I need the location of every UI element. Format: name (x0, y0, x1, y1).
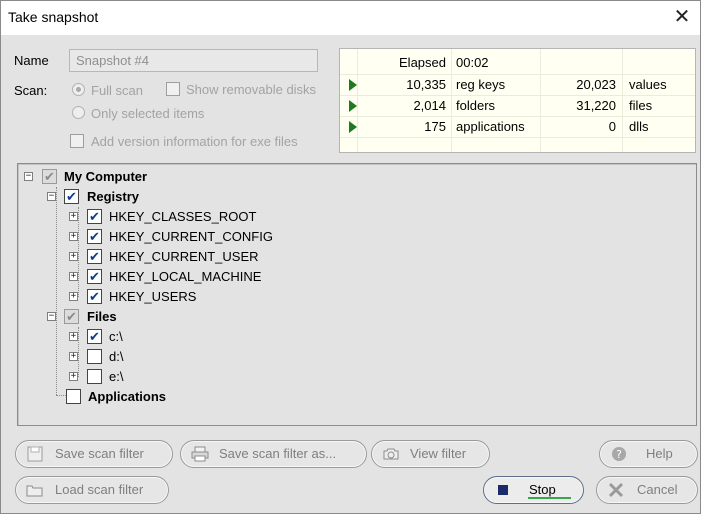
expand-icon[interactable]: + (69, 372, 78, 381)
reg-keys-label: reg keys (456, 77, 506, 92)
tree-label-hku: HKEY_USERS (109, 289, 197, 304)
values-label: values (629, 77, 667, 92)
cancel-label: Cancel (637, 482, 678, 497)
tree-label-registry: Registry (87, 189, 140, 204)
scan-stats-panel: Elapsed 00:02 10,335 reg keys 20,023 val… (339, 48, 696, 153)
load-scan-filter-label: Load scan filter (55, 482, 144, 497)
camera-view-icon (383, 448, 399, 460)
window-title: Take snapshot (8, 9, 99, 25)
drive-d-checkbox[interactable] (87, 349, 102, 364)
reg-keys-count: 10,335 (406, 77, 446, 92)
name-label: Name (14, 53, 49, 68)
show-removable-label: Show removable disks (186, 82, 317, 97)
stop-label: Stop (529, 482, 556, 497)
tree-label-my-computer: My Computer (64, 169, 148, 184)
hkcr-checkbox[interactable]: ✔ (87, 209, 102, 224)
collapse-icon[interactable]: − (47, 192, 56, 201)
show-removable-checkbox[interactable] (166, 82, 180, 96)
only-selected-label: Only selected items (91, 106, 205, 121)
save-scan-filter-label: Save scan filter (55, 446, 144, 461)
printer-icon (191, 446, 209, 462)
hklm-checkbox[interactable]: ✔ (87, 269, 102, 284)
expand-icon[interactable]: + (69, 252, 78, 261)
view-filter-button[interactable]: View filter (371, 440, 490, 468)
files-label: files (629, 98, 653, 113)
tree-label-hkcc: HKEY_CURRENT_CONFIG (109, 229, 273, 244)
applications-checkbox[interactable] (66, 389, 81, 404)
stop-button[interactable]: Stop (483, 476, 584, 504)
view-filter-label: View filter (410, 446, 467, 461)
elapsed-value: 00:02 (456, 55, 489, 70)
drive-e-checkbox[interactable] (87, 369, 102, 384)
hkcc-checkbox[interactable]: ✔ (87, 229, 102, 244)
tree-label-drive-d: d:\ (109, 349, 124, 364)
folder-icon (26, 485, 43, 497)
snapshot-dialog: Take snapshot ✕ Name Scan: Full scan Sho… (0, 0, 701, 514)
tree-label-hkcu: HKEY_CURRENT_USER (109, 249, 259, 264)
save-scan-filter-as-label: Save scan filter as... (219, 446, 337, 461)
drive-c-checkbox[interactable]: ✔ (87, 329, 102, 344)
play-arrow-icon (349, 79, 357, 91)
floppy-disk-icon (27, 446, 43, 462)
scan-label: Scan: (14, 83, 48, 98)
expand-icon[interactable]: + (69, 352, 78, 361)
play-arrow-icon (349, 100, 357, 112)
collapse-icon[interactable]: − (47, 312, 56, 321)
registry-checkbox[interactable]: ✔ (64, 189, 79, 204)
focus-underline (528, 497, 571, 499)
tree-label-files: Files (87, 309, 117, 324)
hkcu-checkbox[interactable]: ✔ (87, 249, 102, 264)
add-version-checkbox[interactable] (70, 134, 84, 148)
only-selected-radio[interactable] (72, 106, 85, 119)
help-label: Help (646, 446, 673, 461)
expand-icon[interactable]: + (69, 292, 78, 301)
expand-icon[interactable]: + (69, 272, 78, 281)
cancel-x-icon (608, 482, 624, 498)
applications-count: 175 (424, 119, 446, 134)
close-icon[interactable]: ✕ (670, 6, 694, 30)
tree-label-hkcr: HKEY_CLASSES_ROOT (109, 209, 257, 224)
save-scan-filter-button[interactable]: Save scan filter (15, 440, 173, 468)
files-count: 31,220 (576, 98, 616, 113)
tree-label-hklm: HKEY_LOCAL_MACHINE (109, 269, 262, 284)
title-bar: Take snapshot ✕ (1, 1, 700, 35)
load-scan-filter-button[interactable]: Load scan filter (15, 476, 169, 504)
help-icon: ? (612, 447, 626, 461)
tree-label-applications: Applications (88, 389, 167, 404)
elapsed-label: Elapsed (399, 55, 446, 70)
folders-label: folders (456, 98, 496, 113)
save-scan-filter-as-button[interactable]: Save scan filter as... (180, 440, 367, 468)
stop-icon (498, 485, 508, 495)
cancel-button[interactable]: Cancel (596, 476, 698, 504)
svg-text:?: ? (616, 448, 622, 461)
tree-label-drive-c: c:\ (109, 329, 123, 344)
add-version-label: Add version information for exe files (91, 134, 298, 149)
collapse-icon[interactable]: − (24, 172, 33, 181)
help-button[interactable]: ? Help (599, 440, 698, 468)
expand-icon[interactable]: + (69, 232, 78, 241)
snapshot-name-field[interactable] (69, 49, 318, 72)
scan-tree[interactable]: − ✔ My Computer − ✔ Registry + ✔ HKEY_CL… (17, 163, 697, 426)
files-checkbox[interactable]: ✔ (64, 309, 79, 324)
expand-icon[interactable]: + (69, 332, 78, 341)
dlls-count: 0 (608, 119, 616, 134)
full-scan-radio[interactable] (72, 83, 85, 96)
applications-label: applications (456, 119, 525, 134)
hku-checkbox[interactable]: ✔ (87, 289, 102, 304)
play-arrow-icon (349, 121, 357, 133)
values-count: 20,023 (576, 77, 616, 92)
dlls-label: dlls (629, 119, 649, 134)
expand-icon[interactable]: + (69, 212, 78, 221)
folders-count: 2,014 (413, 98, 446, 113)
full-scan-label: Full scan (91, 83, 144, 98)
my-computer-checkbox[interactable]: ✔ (42, 169, 57, 184)
tree-label-drive-e: e:\ (109, 369, 124, 384)
